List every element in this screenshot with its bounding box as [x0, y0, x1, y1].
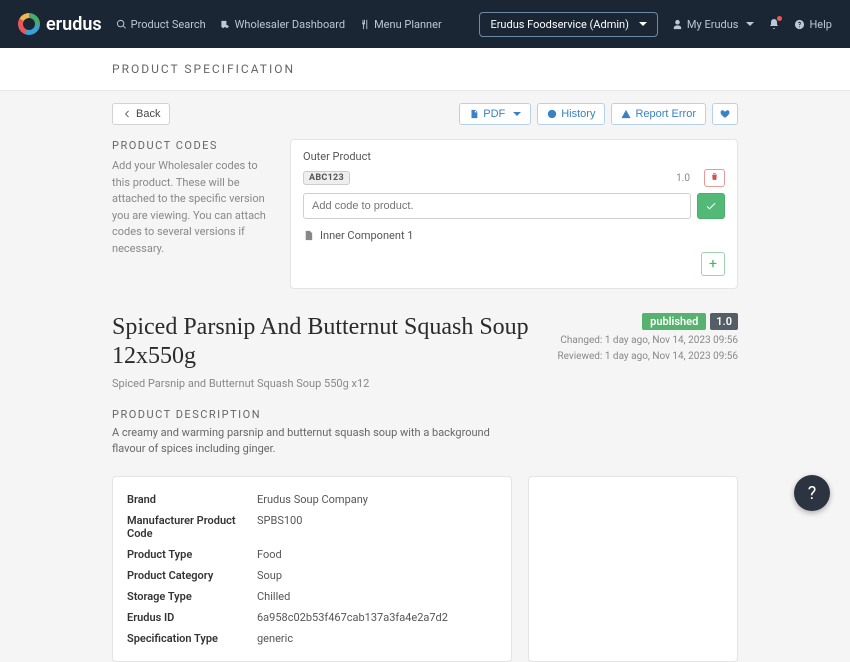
brand-logo[interactable]: erudus — [18, 13, 102, 35]
detail-value: Erudus Soup Company — [257, 493, 368, 506]
clock-icon — [547, 109, 557, 119]
nav-menu-planner[interactable]: Menu Planner — [359, 18, 442, 31]
detail-key: Manufacturer Product Code — [127, 514, 257, 540]
status-column: published 1.0 Changed: 1 day ago, Nov 14… — [557, 313, 738, 362]
detail-key: Product Category — [127, 569, 257, 582]
back-button-label: Back — [136, 108, 160, 120]
detail-value: 6a958c02b53f467cab137a3fa4e2a7d2 — [257, 611, 448, 624]
outer-product-label: Outer Product — [303, 150, 725, 163]
product-description-text: A creamy and warming parsnip and buttern… — [112, 425, 512, 458]
product-subtitle: Spiced Parsnip and Butternut Squash Soup… — [112, 377, 532, 390]
back-button[interactable]: Back — [112, 103, 170, 125]
detail-key: Brand — [127, 493, 257, 506]
detail-key: Product Type — [127, 548, 257, 561]
action-toolbar: Back PDF History Report Error — [112, 103, 738, 125]
code-chip[interactable]: ABC123 — [303, 171, 350, 185]
nav-wholesaler-dashboard-label: Wholesaler Dashboard — [235, 18, 345, 31]
page-content: Back PDF History Report Error PRODUCT CO… — [0, 91, 850, 662]
product-description-heading: PRODUCT DESCRIPTION — [112, 408, 738, 421]
details-card: BrandErudus Soup Company Manufacturer Pr… — [112, 476, 512, 662]
reviewed-meta: Reviewed: 1 day ago, Nov 14, 2023 09:56 — [557, 351, 738, 362]
table-row: Manufacturer Product CodeSPBS100 — [127, 510, 497, 544]
table-row: Specification Typegeneric — [127, 628, 497, 649]
product-description-block: PRODUCT DESCRIPTION A creamy and warming… — [112, 408, 738, 458]
confirm-add-code-button[interactable] — [697, 193, 725, 219]
code-chip-row: ABC123 1.0 — [303, 169, 725, 187]
search-icon — [116, 19, 127, 30]
notifications-button[interactable] — [768, 18, 780, 30]
logo-icon — [18, 13, 40, 35]
heart-icon — [720, 109, 730, 119]
my-erudus-label: My Erudus — [687, 18, 739, 31]
table-row: Product TypeFood — [127, 544, 497, 565]
user-icon — [672, 19, 683, 30]
product-codes-description: Add your Wholesaler codes to this produc… — [112, 158, 272, 257]
product-title-row: Spiced Parsnip And Butternut Squash Soup… — [112, 313, 738, 390]
detail-value: generic — [257, 632, 293, 645]
code-version: 1.0 — [676, 173, 690, 184]
document-icon — [303, 230, 314, 241]
product-title: Spiced Parsnip And Butternut Squash Soup… — [112, 313, 532, 371]
inner-component-label: Inner Component 1 — [320, 229, 413, 242]
detail-key: Erudus ID — [127, 611, 257, 624]
pdf-button[interactable]: PDF — [459, 103, 531, 125]
product-codes-section: PRODUCT CODES Add your Wholesaler codes … — [112, 139, 738, 289]
check-icon — [705, 200, 717, 212]
nav-menu-planner-label: Menu Planner — [374, 18, 442, 31]
delete-code-button[interactable] — [704, 169, 725, 187]
account-switcher[interactable]: Erudus Foodservice (Admin) — [479, 12, 657, 37]
product-codes-heading: PRODUCT CODES — [112, 139, 272, 152]
detail-value: Soup — [257, 569, 282, 582]
detail-key: Specification Type — [127, 632, 257, 645]
favourite-button[interactable] — [712, 103, 738, 125]
inner-component-row[interactable]: Inner Component 1 — [303, 229, 725, 242]
report-error-label: Report Error — [635, 108, 696, 120]
page-header-strip: PRODUCT SPECIFICATION — [0, 48, 850, 91]
detail-value: Chilled — [257, 590, 290, 603]
primary-nav: Product Search Wholesaler Dashboard Menu… — [116, 18, 442, 31]
nav-product-search-label: Product Search — [131, 18, 206, 31]
table-row: BrandErudus Soup Company — [127, 489, 497, 510]
help-link[interactable]: Help — [794, 18, 832, 31]
detail-key: Storage Type — [127, 590, 257, 603]
details-row: BrandErudus Soup Company Manufacturer Pr… — [112, 476, 738, 662]
user-nav: My Erudus Help — [672, 18, 832, 31]
my-erudus-menu[interactable]: My Erudus — [672, 18, 755, 31]
detail-value: SPBS100 — [257, 514, 302, 540]
pdf-button-label: PDF — [483, 108, 505, 120]
table-row: Storage TypeChilled — [127, 586, 497, 607]
page-title: PRODUCT SPECIFICATION — [112, 62, 738, 76]
trash-icon — [710, 172, 719, 181]
file-icon — [469, 109, 479, 119]
notification-dot — [777, 16, 782, 21]
product-codes-aside: PRODUCT CODES Add your Wholesaler codes … — [112, 139, 272, 257]
table-row: Product CategorySoup — [127, 565, 497, 586]
cutlery-icon — [359, 19, 370, 30]
help-icon — [794, 19, 805, 30]
top-navbar: erudus Product Search Wholesaler Dashboa… — [0, 0, 850, 48]
help-label: Help — [809, 18, 832, 31]
table-row: Erudus ID6a958c02b53f467cab137a3fa4e2a7d… — [127, 607, 497, 628]
history-button[interactable]: History — [537, 103, 605, 125]
truck-icon — [220, 19, 231, 30]
report-error-button[interactable]: Report Error — [611, 103, 706, 125]
history-button-label: History — [561, 108, 595, 120]
account-switcher-label: Erudus Foodservice (Admin) — [490, 18, 628, 31]
warning-icon — [621, 109, 631, 119]
add-code-row — [303, 193, 725, 219]
chevron-left-icon — [122, 109, 132, 119]
brand-name: erudus — [46, 14, 102, 35]
secondary-card — [528, 476, 738, 662]
help-fab[interactable]: ? — [794, 475, 830, 511]
add-code-input[interactable] — [303, 193, 691, 219]
nav-product-search[interactable]: Product Search — [116, 18, 206, 31]
nav-wholesaler-dashboard[interactable]: Wholesaler Dashboard — [220, 18, 345, 31]
product-codes-panel: Outer Product ABC123 1.0 Inner Component… — [290, 139, 738, 289]
version-badge: 1.0 — [710, 313, 738, 330]
changed-meta: Changed: 1 day ago, Nov 14, 2023 09:56 — [557, 335, 738, 346]
detail-value: Food — [257, 548, 282, 561]
add-component-button[interactable]: + — [701, 252, 725, 276]
status-badge: published — [642, 313, 706, 330]
question-icon: ? — [808, 483, 817, 504]
